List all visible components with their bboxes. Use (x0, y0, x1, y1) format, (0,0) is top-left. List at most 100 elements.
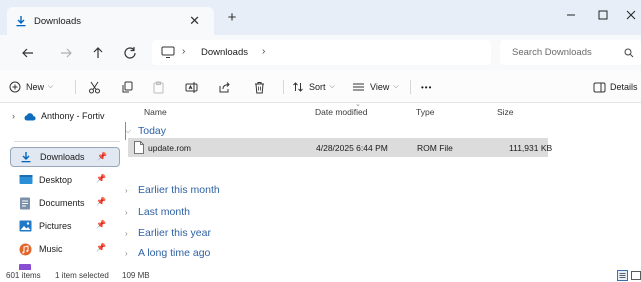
pin-icon: 📌 (96, 243, 106, 252)
sort-button[interactable]: Sort ⌵ (292, 79, 335, 95)
chevron-right-icon[interactable]: › (12, 111, 15, 121)
music-icon (19, 243, 33, 256)
navigation-bar: › Downloads › Search Downloads (0, 35, 641, 70)
details-button[interactable]: Details (593, 79, 638, 95)
sidebar-item-pictures[interactable]: Pictures 📌 (10, 216, 120, 236)
divider (75, 80, 76, 94)
close-window-button[interactable] (622, 6, 641, 24)
breadcrumb-downloads[interactable]: Downloads (201, 47, 248, 58)
minimize-button[interactable] (560, 6, 582, 24)
download-icon (20, 151, 34, 163)
pin-icon: 📌 (97, 152, 107, 161)
new-icon (9, 81, 21, 93)
group-header-last-month[interactable]: › Last month (125, 206, 190, 218)
more-options-button[interactable]: ••• (421, 79, 432, 95)
share-button[interactable] (218, 79, 231, 95)
refresh-button[interactable] (120, 43, 140, 63)
group-header-earlier-this-month[interactable]: › Earlier this month (125, 184, 220, 196)
group-header-today[interactable]: ⌵ Today (125, 125, 166, 137)
sort-icon (292, 81, 304, 93)
sidebar-item-onedrive[interactable]: › Anthony - Fortiv (8, 106, 118, 126)
pin-icon: 📌 (96, 220, 106, 229)
view-icon (352, 81, 365, 93)
paste-icon (153, 81, 164, 93)
tab-label: Downloads (34, 16, 81, 27)
tab-downloads[interactable]: Downloads ✕ (7, 7, 214, 35)
back-button[interactable] (18, 43, 38, 63)
group-label: A long time ago (138, 247, 211, 259)
column-header-date[interactable]: Date modified (315, 107, 367, 117)
status-selection: 1 item selected (55, 271, 109, 280)
copy-button[interactable] (121, 79, 134, 95)
this-pc-icon (161, 46, 175, 59)
copy-icon (122, 81, 133, 92)
details-pane-icon (593, 82, 606, 93)
tiles-view-icon[interactable] (631, 270, 641, 281)
up-button[interactable] (88, 43, 108, 63)
details-view-icon[interactable] (617, 270, 628, 281)
view-button[interactable]: View ⌵ (352, 79, 399, 95)
delete-button[interactable] (253, 79, 266, 95)
trash-icon (255, 81, 264, 93)
search-placeholder: Search Downloads (512, 47, 592, 58)
divider (410, 80, 411, 94)
group-label: Today (138, 125, 167, 137)
group-label: Last month (138, 206, 190, 218)
rename-button[interactable] (185, 79, 198, 95)
sidebar-item-label: Documents (39, 198, 85, 208)
pin-icon: 📌 (96, 174, 106, 183)
cut-button[interactable] (88, 79, 101, 95)
documents-icon (19, 197, 33, 210)
group-label: Earlier this month (138, 184, 220, 196)
cut-icon (89, 81, 100, 93)
sidebar-item-label: Desktop (39, 175, 73, 185)
navigation-pane: › Anthony - Fortiv Downloads 📌 Desktop 📌… (0, 103, 142, 270)
chevron-right-icon: › (125, 248, 128, 258)
file-icon (134, 141, 144, 154)
desktop-icon (19, 174, 33, 186)
sidebar-item-music[interactable]: Music 📌 (10, 239, 120, 259)
rename-icon (185, 81, 198, 93)
status-bar: 601 items 1 item selected 109 MB (0, 270, 641, 282)
download-icon (15, 15, 27, 27)
status-item-count: 601 items (6, 271, 41, 280)
file-name: update.rom (148, 143, 191, 153)
file-type: ROM File (417, 143, 453, 153)
breadcrumb-chevron-icon[interactable]: › (182, 46, 185, 57)
file-size: 111,931 KB (509, 143, 553, 153)
search-icon[interactable] (624, 48, 634, 58)
breadcrumb-chevron-icon[interactable]: › (262, 46, 265, 57)
command-bar: New ⌵ Sort ⌵ View ⌵ ••• Details (0, 70, 641, 103)
chevron-right-icon: › (125, 228, 128, 238)
chevron-down-icon: ⌵ (125, 126, 132, 135)
status-size: 109 MB (122, 271, 150, 280)
sidebar-item-label: Music (39, 244, 63, 254)
pictures-icon (19, 220, 33, 232)
sidebar-item-label: Downloads (40, 152, 85, 162)
new-button[interactable]: New ⌵ (9, 79, 53, 95)
new-tab-button[interactable]: + (223, 9, 241, 27)
group-label: Earlier this year (138, 227, 211, 239)
column-header-size[interactable]: Size (497, 107, 514, 117)
group-header-earlier-this-year[interactable]: › Earlier this year (125, 227, 211, 239)
sidebar-item-downloads[interactable]: Downloads 📌 (10, 147, 120, 167)
chevron-right-icon: › (125, 185, 128, 195)
maximize-button[interactable] (592, 6, 614, 24)
divider (14, 141, 120, 142)
tab-close-icon[interactable]: ✕ (189, 13, 200, 29)
share-icon (219, 81, 230, 92)
file-date: 4/28/2025 6:44 PM (316, 143, 388, 153)
column-header-type[interactable]: Type (416, 107, 434, 117)
group-header-long-time-ago[interactable]: › A long time ago (125, 247, 210, 259)
sidebar-item-documents[interactable]: Documents 📌 (10, 193, 120, 213)
sidebar-item-label: Pictures (39, 221, 72, 231)
pin-icon: 📌 (96, 197, 106, 206)
sidebar-item-desktop[interactable]: Desktop 📌 (10, 170, 120, 190)
forward-button[interactable] (56, 43, 76, 63)
chevron-down-icon: ⌵ (393, 83, 399, 90)
paste-button[interactable] (152, 79, 165, 95)
address-bar[interactable]: › Downloads › (152, 40, 491, 65)
column-header-name[interactable]: Name (144, 107, 167, 117)
chevron-down-icon: ⌵ (48, 83, 54, 90)
search-input[interactable]: Search Downloads (500, 40, 641, 65)
